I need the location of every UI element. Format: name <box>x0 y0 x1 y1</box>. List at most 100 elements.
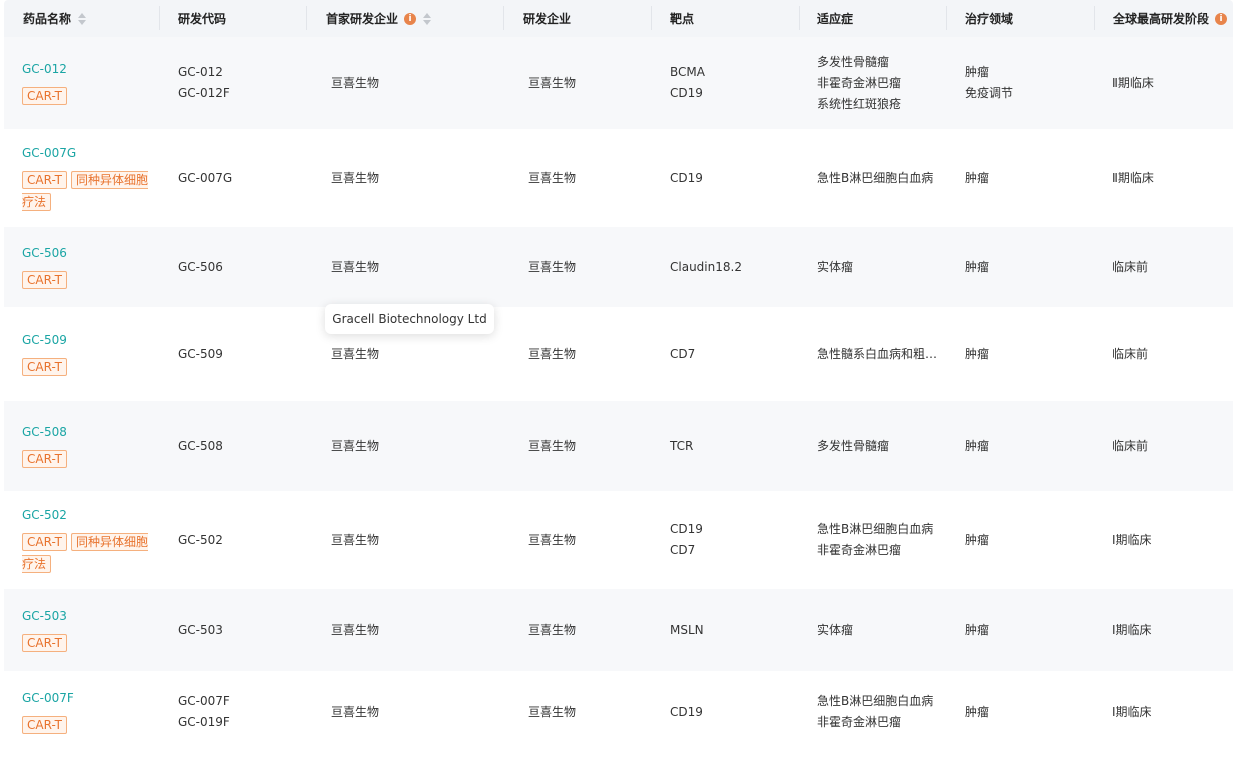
table-row[interactable]: GC-007F CAR-T GC-007F GC-019F 亘喜生物 亘喜生物 CD19 急性… <box>4 671 1233 753</box>
therapy-area-cell: 肿瘤 <box>965 307 1085 401</box>
drug-name-link[interactable]: GC-007F <box>22 688 157 708</box>
cell-text: 亘喜生物 <box>331 346 380 361</box>
first-company-cell: 亘喜生物 <box>331 37 491 129</box>
cell-line: 肿瘤 <box>965 65 990 79</box>
company-cell: 亘喜生物 <box>528 307 648 401</box>
therapy-area-cell: 肿瘤 <box>965 589 1085 671</box>
header-label: 首家研发企业 <box>326 12 399 26</box>
cell-line: GC-007F <box>178 694 230 708</box>
info-icon[interactable]: i <box>404 12 417 25</box>
drug-name-link[interactable]: GC-012 <box>22 59 157 79</box>
first-company-cell: 亘喜生物 <box>331 589 491 671</box>
drug-type-tag: CAR-T <box>22 533 67 551</box>
table-body: GC-012 CAR-T GC-012 GC-012F 亘喜生物 亘喜生物 BCMA CD19… <box>4 37 1233 753</box>
table-row[interactable]: GC-012 CAR-T GC-012 GC-012F 亘喜生物 亘喜生物 BCMA CD19… <box>4 37 1233 129</box>
column-divider <box>306 6 307 30</box>
drug-name-cell: GC-506 CAR-T <box>22 227 157 307</box>
stage-cell: Ⅱ期临床 <box>1112 129 1227 227</box>
cell-line: 急性B淋巴细胞白血病 <box>817 522 934 536</box>
drug-tags: CAR-T <box>22 356 152 378</box>
cell-line: 非霍奇金淋巴瘤 <box>817 543 902 557</box>
drug-name-link[interactable]: GC-502 <box>22 505 157 525</box>
cell-text: 临床前 <box>1112 259 1149 274</box>
cell-line: CD7 <box>670 543 696 557</box>
indication-cell: 急性髓系白血病和粗… <box>817 307 942 401</box>
cell-line: 肿瘤 <box>965 346 990 361</box>
table-row[interactable]: GC-503 CAR-T GC-503 亘喜生物 亘喜生物 MSLN 实体瘤 肿瘤 Ⅰ期临床 <box>4 589 1233 671</box>
table-row[interactable]: GC-508 CAR-T GC-508 亘喜生物 亘喜生物 TCR 多发性骨髓瘤 肿瘤 临床前 <box>4 401 1233 491</box>
sort-icon[interactable] <box>78 12 87 26</box>
cell-line: 肿瘤 <box>965 704 990 719</box>
therapy-area-cell: 肿瘤 <box>965 227 1085 307</box>
cell-line: 肿瘤 <box>965 259 990 274</box>
cell-line: GC-509 <box>178 346 223 361</box>
sort-icon[interactable] <box>423 12 432 26</box>
stage-cell: 临床前 <box>1112 307 1227 401</box>
table-row[interactable]: GC-502 CAR-T 同种异体细胞疗法 GC-502 亘喜生物 亘喜生物 CD19 CD7… <box>4 491 1233 589</box>
table-header: 药品名称 研发代码 首家研发企业 i 研发企业 靶点 适应症 治疗领域 全球最高… <box>4 0 1233 37</box>
cell-text: 亘喜生物 <box>528 75 577 90</box>
drug-type-tag: CAR-T <box>22 634 67 652</box>
header-label: 药品名称 <box>23 12 72 26</box>
company-cell: 亘喜生物 <box>528 129 648 227</box>
header-label: 全球最高研发阶段 <box>1113 12 1210 26</box>
drug-tags: CAR-T 同种异体细胞疗法 <box>22 169 152 213</box>
cell-line: 肿瘤 <box>965 532 990 547</box>
company-cell: 亘喜生物 <box>528 227 648 307</box>
drug-type-tag: CAR-T <box>22 271 67 289</box>
drug-type-tag: CAR-T <box>22 450 67 468</box>
table-row[interactable]: GC-509 CAR-T GC-509 亘喜生物 亘喜生物 CD7 急性髓系白血病和粗… 肿瘤… <box>4 307 1233 401</box>
info-icon[interactable]: i <box>1215 12 1228 25</box>
dev-code-cell: GC-012 GC-012F <box>178 37 298 129</box>
cell-line: GC-007G <box>178 170 233 185</box>
therapy-area-cell: 肿瘤 <box>965 129 1085 227</box>
indication-cell: 急性B淋巴细胞白血病 非霍奇金淋巴瘤 <box>817 491 942 589</box>
drug-name-cell: GC-012 CAR-T <box>22 37 157 129</box>
header-dev-code: 研发代码 <box>178 0 226 37</box>
first-company-cell: 亘喜生物 <box>331 671 491 753</box>
drug-name-link[interactable]: GC-503 <box>22 606 157 626</box>
dev-code-cell: GC-502 <box>178 491 298 589</box>
cell-text: 亘喜生物 <box>331 438 380 453</box>
column-divider <box>159 6 160 30</box>
column-divider <box>946 6 947 30</box>
cell-line: 多发性骨髓瘤 <box>817 54 890 69</box>
header-label: 研发企业 <box>523 12 572 26</box>
therapy-area-cell: 肿瘤 <box>965 671 1085 753</box>
stage-cell: Ⅰ期临床 <box>1112 491 1227 589</box>
cell-line: 实体瘤 <box>817 622 854 637</box>
cell-line: 多发性骨髓瘤 <box>817 438 890 453</box>
cell-line: GC-012 <box>178 65 223 79</box>
target-cell: CD19 CD7 <box>670 491 790 589</box>
cell-text: 亘喜生物 <box>331 259 380 274</box>
indication-cell: 实体瘤 <box>817 589 942 671</box>
table-row[interactable]: GC-007G CAR-T 同种异体细胞疗法 GC-007G 亘喜生物 亘喜生物 CD19 急… <box>4 129 1233 227</box>
first-company-cell: 亘喜生物 <box>331 491 491 589</box>
target-cell: MSLN <box>670 589 790 671</box>
drug-name-link[interactable]: GC-506 <box>22 243 157 263</box>
drug-name-link[interactable]: GC-508 <box>22 422 157 442</box>
header-drug-name[interactable]: 药品名称 <box>23 0 87 37</box>
column-divider <box>503 6 504 30</box>
drug-name-link[interactable]: GC-509 <box>22 330 157 350</box>
target-cell: CD7 <box>670 307 790 401</box>
stage-cell: Ⅱ期临床 <box>1112 37 1227 129</box>
stage-cell: Ⅰ期临床 <box>1112 589 1227 671</box>
cell-text: Ⅱ期临床 <box>1112 170 1154 185</box>
drug-pipeline-table: 药品名称 研发代码 首家研发企业 i 研发企业 靶点 适应症 治疗领域 全球最高… <box>4 0 1233 753</box>
cell-line: GC-502 <box>178 532 223 547</box>
drug-tags: CAR-T <box>22 85 152 107</box>
cell-text: Ⅰ期临床 <box>1112 704 1152 719</box>
cell-text: 亘喜生物 <box>528 704 577 719</box>
cell-line: 肿瘤 <box>965 170 990 185</box>
stage-cell: 临床前 <box>1112 227 1227 307</box>
first-company-cell: 亘喜生物 <box>331 227 491 307</box>
target-cell: BCMA CD19 <box>670 37 790 129</box>
drug-name-cell: GC-509 CAR-T <box>22 307 157 401</box>
header-first-company[interactable]: 首家研发企业 i <box>326 0 432 37</box>
stage-cell: 临床前 <box>1112 401 1227 491</box>
table-row[interactable]: GC-506 CAR-T GC-506 亘喜生物 亘喜生物 Claudin18.2 实体瘤 肿… <box>4 227 1233 307</box>
cell-line: MSLN <box>670 622 704 637</box>
cell-line: 急性B淋巴细胞白血病 <box>817 694 934 708</box>
drug-name-link[interactable]: GC-007G <box>22 143 157 163</box>
